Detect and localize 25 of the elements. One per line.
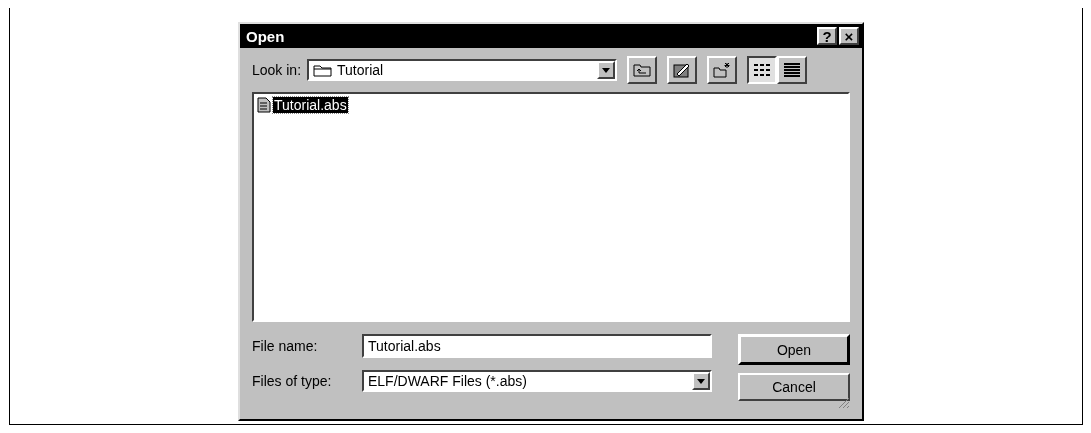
- dropdown-arrow-icon: [602, 67, 611, 73]
- file-icon: [257, 97, 271, 113]
- new-folder-button[interactable]: [707, 56, 738, 84]
- files-of-type-dropdown[interactable]: ELF/DWARF Files (*.abs): [362, 370, 712, 392]
- folder-icon: [313, 63, 334, 77]
- close-button[interactable]: ×: [839, 27, 859, 45]
- up-folder-icon: [633, 63, 652, 77]
- look-in-dropdown[interactable]: Tutorial: [307, 59, 618, 81]
- file-name-field[interactable]: Tutorial.abs: [362, 334, 712, 358]
- dropdown-button[interactable]: [692, 372, 710, 390]
- dropdown-button[interactable]: [597, 61, 616, 79]
- file-name-label: File name:: [252, 338, 319, 354]
- resize-grip-icon: [838, 397, 850, 409]
- new-folder-icon: [713, 62, 732, 78]
- help-button[interactable]: ?: [817, 27, 837, 45]
- cancel-button[interactable]: Cancel: [738, 373, 850, 401]
- look-in-label: Look in:: [252, 62, 302, 78]
- details-view-icon: [783, 62, 802, 78]
- view-button[interactable]: [747, 56, 778, 84]
- dropdown-arrow-icon: [697, 378, 705, 384]
- open-button[interactable]: Open: [738, 334, 850, 365]
- window-title: Open: [246, 27, 286, 45]
- up-folder-button[interactable]: [627, 56, 658, 84]
- list-view-icon: [753, 62, 772, 78]
- files-of-type-label: Files of type:: [252, 373, 333, 389]
